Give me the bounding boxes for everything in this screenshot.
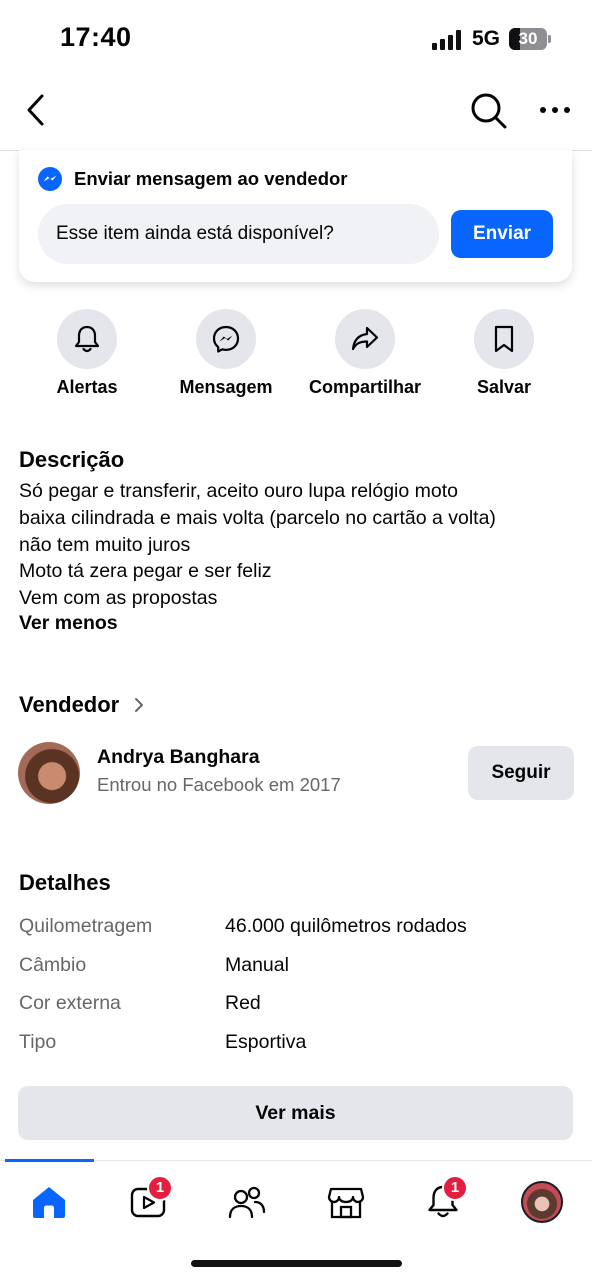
tab-friends[interactable] [222, 1179, 272, 1225]
share-icon [351, 326, 379, 351]
detail-value: Manual [225, 954, 289, 976]
detail-value: Red [225, 992, 261, 1014]
tab-home[interactable] [24, 1179, 74, 1225]
chevron-left-icon[interactable] [22, 92, 52, 128]
detail-value: Esportiva [225, 1031, 307, 1053]
messenger-icon [38, 167, 62, 191]
action-row: Alertas Mensagem Compartilhar Salvar [0, 309, 592, 409]
notifications-badge: 1 [442, 1175, 468, 1201]
detail-value: 46.000 quilômetros rodados [225, 915, 467, 937]
message-circle[interactable] [196, 309, 256, 369]
friends-icon [228, 1186, 266, 1219]
message-input[interactable]: Esse item ainda está disponível? [38, 204, 439, 264]
alerts-circle[interactable] [57, 309, 117, 369]
seller-avatar[interactable] [18, 742, 80, 804]
detail-key: Tipo [19, 1031, 57, 1053]
more-horizontal-icon[interactable] [538, 100, 572, 120]
video-badge: 1 [147, 1175, 173, 1201]
tab-video[interactable]: 1 [123, 1175, 173, 1225]
chevron-right-icon [135, 698, 144, 712]
seller-title: Vendedor [19, 692, 120, 717]
share-button[interactable]: Compartilhar [290, 309, 440, 398]
signal-icon [432, 30, 461, 50]
seller-join-date: Entrou no Facebook em 2017 [97, 774, 341, 795]
description-body: Só pegar e transferir, aceito ouro lupa … [19, 478, 579, 612]
share-label: Compartilhar [308, 377, 422, 397]
bell-icon [74, 325, 100, 353]
details-title: Detalhes [19, 870, 111, 895]
status-time: 17:40 [60, 22, 132, 52]
bookmark-icon [494, 325, 514, 353]
save-label: Salvar [476, 377, 532, 397]
detail-key: Câmbio [19, 954, 87, 976]
network-type: 5G [472, 27, 501, 50]
detail-key: Quilometragem [19, 915, 153, 937]
send-button[interactable]: Enviar [451, 210, 553, 258]
message-card-header: Enviar mensagem ao vendedor [37, 166, 348, 192]
description-line: Moto tá zera pegar e ser feliz [19, 560, 272, 583]
search-icon[interactable] [470, 92, 508, 130]
message-label: Mensagem [179, 377, 273, 397]
tab-marketplace[interactable] [321, 1179, 371, 1225]
marketplace-icon [327, 1187, 365, 1219]
message-card-title: Enviar mensagem ao vendedor [74, 168, 348, 189]
detail-key: Cor externa [19, 992, 121, 1014]
tab-notifications[interactable]: 1 [418, 1175, 468, 1225]
seller-header[interactable]: Vendedor [19, 692, 145, 718]
active-tab-indicator [5, 1159, 94, 1162]
message-button[interactable]: Mensagem [151, 309, 301, 398]
nav-bar [0, 78, 592, 151]
message-seller-card: Enviar mensagem ao vendedor Esse item ai… [19, 150, 572, 282]
battery-level: 30 [518, 29, 538, 48]
see-more-button[interactable]: Ver mais [18, 1086, 573, 1140]
home-indicator [191, 1260, 402, 1267]
alerts-button[interactable]: Alertas [12, 309, 162, 398]
share-circle[interactable] [335, 309, 395, 369]
alerts-label: Alertas [56, 377, 118, 397]
save-button[interactable]: Salvar [429, 309, 579, 398]
messenger-icon [212, 325, 240, 353]
description-title: Descrição [19, 447, 125, 472]
follow-button[interactable]: Seguir [468, 746, 574, 800]
description-line: baixa cilindrada e mais volta (parcelo n… [19, 506, 496, 529]
seller-name[interactable]: Andrya Banghara [97, 746, 260, 769]
save-circle[interactable] [474, 309, 534, 369]
see-less-link[interactable]: Ver menos [19, 612, 118, 635]
description-line: Vem com as propostas [19, 587, 218, 610]
profile-avatar [521, 1181, 563, 1223]
battery-icon: 30 [509, 28, 547, 50]
tab-profile[interactable] [517, 1179, 567, 1225]
home-icon [33, 1187, 65, 1218]
description-line: Só pegar e transferir, aceito ouro lupa … [19, 480, 459, 502]
description-line: não tem muito juros [19, 533, 191, 556]
status-bar: 17:40 5G 30 [0, 0, 592, 78]
